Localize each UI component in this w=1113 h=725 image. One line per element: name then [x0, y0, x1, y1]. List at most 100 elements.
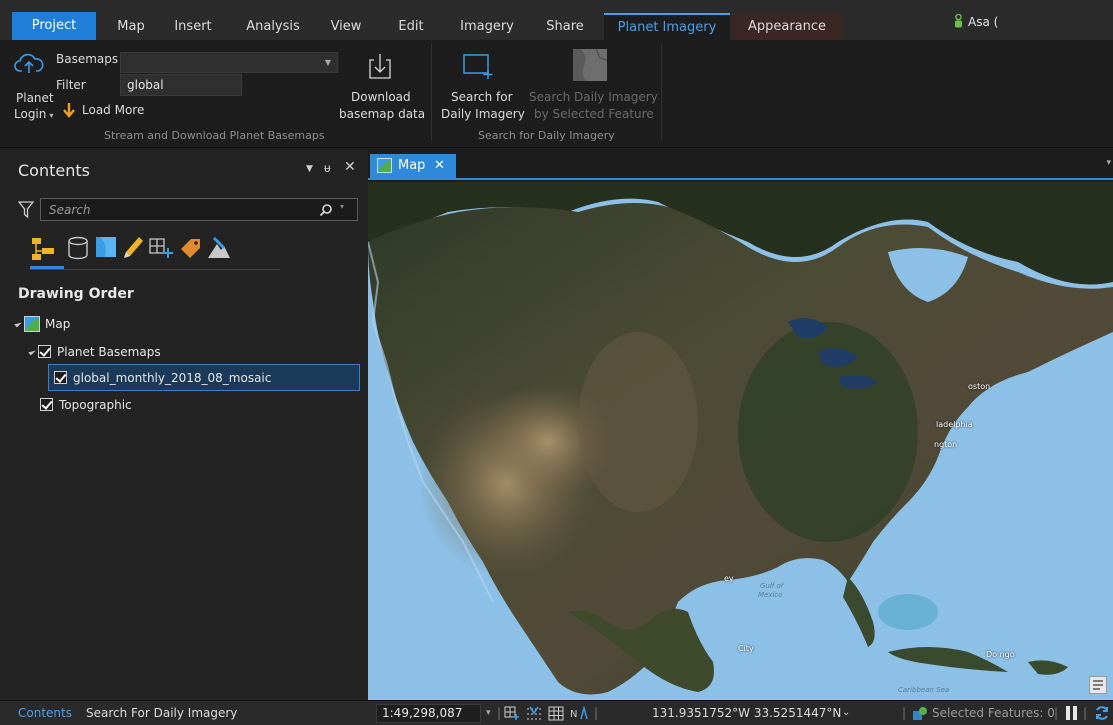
ribbon: Planet Login ▾ Basemaps ▼ Filter global L… — [0, 40, 1113, 148]
tree-item-topographic[interactable]: Topographic — [40, 393, 132, 417]
select-rectangle-icon — [463, 54, 493, 79]
download-icon — [369, 54, 391, 79]
map-view-tab-bar: Map ✕ ▾ — [368, 150, 1113, 180]
tab-map[interactable]: Map — [108, 13, 154, 40]
map-canvas[interactable]: oston ladelphia ngton Gulf of Mexico ey … — [368, 182, 1113, 700]
status-bar: Contents Search For Daily Imagery 1:49,2… — [0, 700, 1113, 725]
search-selected-label-2: by Selected Feature — [534, 107, 654, 121]
status-separator: | — [902, 706, 907, 720]
planet-login-label-1: Planet — [16, 91, 54, 105]
map-icon — [377, 158, 392, 173]
map-icon — [24, 316, 40, 332]
download-label-2: basemap data — [339, 107, 426, 121]
scale-field[interactable]: 1:49,298,087 — [376, 704, 481, 723]
selection-icon — [96, 237, 116, 257]
tab-appearance[interactable]: Appearance — [732, 13, 842, 40]
pin-icon[interactable]: ᵾ — [324, 161, 331, 175]
perspective-imagery-icon — [208, 236, 230, 258]
snapping-icon[interactable] — [526, 706, 542, 721]
tree-item-map[interactable]: Map — [14, 312, 71, 336]
contents-search-input[interactable] — [41, 199, 311, 220]
tab-search-daily-bottom[interactable]: Search For Daily Imagery — [86, 706, 237, 720]
user-icon — [955, 14, 962, 28]
selected-features-count: Selected Features: 0 — [932, 706, 1055, 720]
collapse-triangle-icon[interactable] — [28, 347, 36, 356]
database-icon — [68, 236, 88, 260]
tab-insert[interactable]: Insert — [168, 13, 218, 40]
snapping-grid-icon — [149, 238, 173, 258]
layer-checkbox[interactable] — [38, 345, 51, 358]
status-separator: | — [1083, 706, 1088, 720]
map-label-caribbean: Caribbean Sea — [898, 686, 950, 694]
pause-icon[interactable] — [1066, 706, 1070, 720]
search-icon[interactable] — [319, 203, 333, 217]
status-separator: | — [1054, 706, 1059, 720]
status-separator: | — [497, 706, 502, 720]
tab-contents-bottom[interactable]: Contents — [18, 706, 72, 720]
list-by-selection-tab[interactable] — [94, 232, 120, 264]
list-by-perspective-tab[interactable] — [206, 232, 232, 264]
layer-checkbox[interactable] — [40, 398, 53, 411]
tree-item-planet-basemaps[interactable]: Planet Basemaps — [28, 340, 161, 364]
tab-project[interactable]: Project — [12, 12, 96, 40]
chevron-down-icon[interactable]: ▾ — [340, 202, 344, 211]
tab-imagery[interactable]: Imagery — [452, 13, 522, 40]
grid-add-icon[interactable] — [504, 706, 520, 721]
filter-input[interactable]: global — [120, 74, 242, 96]
selection-features-icon — [913, 707, 927, 720]
map-label-city: City — [738, 644, 754, 653]
attribution-icon[interactable] — [1089, 676, 1107, 694]
drawing-order-icon — [32, 238, 54, 260]
chevron-down-icon[interactable]: ⌄ — [842, 707, 850, 718]
north-arrow-icon[interactable]: N — [570, 706, 588, 721]
search-daily-label-2: Daily Imagery — [441, 107, 525, 121]
tab-edit[interactable]: Edit — [392, 13, 430, 40]
cloud-upload-icon — [14, 53, 44, 73]
map-tab-label: Map — [398, 158, 426, 173]
list-by-source-tab[interactable] — [66, 232, 92, 264]
download-label-1: Download — [351, 90, 411, 104]
user-name: Asa ( — [968, 15, 999, 29]
close-icon[interactable]: ✕ — [434, 154, 445, 178]
pencil-icon — [124, 237, 143, 258]
user-account[interactable]: Asa ( — [954, 14, 998, 29]
tab-view[interactable]: View — [326, 13, 366, 40]
map-label-gulf: Gulf of — [760, 582, 784, 590]
contents-pane: Contents ▼ ᵾ ✕ ▾ — [0, 150, 368, 700]
load-more-label: Load More — [82, 103, 145, 117]
collapse-triangle-icon[interactable] — [14, 319, 22, 328]
search-daily-label-1: Search for — [451, 90, 513, 104]
ribbon-separator — [661, 44, 662, 140]
tab-analysis[interactable]: Analysis — [238, 13, 308, 40]
contents-search-box: ▾ — [40, 198, 358, 221]
chevron-down-icon[interactable]: ▾ — [486, 708, 491, 718]
list-by-editing-tab[interactable] — [120, 232, 146, 264]
contents-title: Contents — [18, 161, 90, 180]
list-by-drawing-order-tab[interactable] — [30, 232, 64, 269]
tree-item-label: Map — [45, 317, 71, 331]
filter-icon[interactable] — [18, 201, 34, 219]
tab-share[interactable]: Share — [538, 13, 592, 40]
close-icon[interactable]: ✕ — [344, 159, 356, 175]
layer-checkbox[interactable] — [54, 371, 67, 384]
document-icon — [1093, 680, 1103, 690]
chevron-down-icon: ▼ — [324, 58, 331, 67]
list-by-labeling-tab[interactable] — [178, 232, 204, 264]
planet-login-label-2: Login ▾ — [14, 107, 54, 121]
arrow-down-icon — [63, 103, 75, 118]
refresh-icon[interactable] — [1094, 705, 1110, 721]
tab-planet-imagery[interactable]: Planet Imagery — [604, 13, 730, 40]
chevron-down-icon[interactable]: ▾ — [1106, 158, 1111, 168]
filter-label: Filter — [56, 78, 86, 92]
map-label-dominican: Do ngo — [986, 650, 1015, 659]
map-view-tab[interactable]: Map ✕ — [370, 154, 456, 178]
drawing-order-heading: Drawing Order — [18, 286, 134, 302]
tree-item-label: Topographic — [59, 398, 132, 412]
table-grid-icon[interactable] — [548, 706, 564, 721]
basemaps-dropdown[interactable]: ▼ — [120, 52, 338, 73]
map-label-philadelphia: ladelphia — [936, 420, 973, 429]
status-separator: | — [594, 706, 599, 720]
tree-item-mosaic[interactable]: global_monthly_2018_08_mosaic — [54, 366, 271, 390]
list-by-snapping-tab[interactable] — [148, 232, 174, 264]
pane-options-icon[interactable]: ▼ — [306, 164, 313, 174]
